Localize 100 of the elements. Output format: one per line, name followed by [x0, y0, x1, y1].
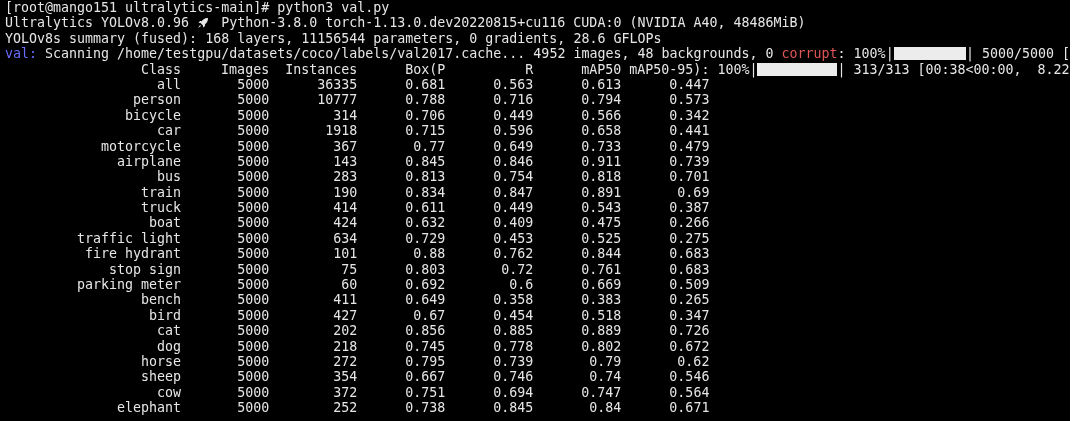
table-cell-text: 0.409 — [492, 215, 534, 231]
table-cell-text: 0.706 — [404, 107, 446, 124]
table-cell-text: train — [140, 184, 182, 201]
table-cell-text: 0.856 — [404, 323, 446, 339]
table-cell-text: 0.844 — [580, 246, 622, 262]
table-cell-text: 1918 — [324, 123, 358, 139]
table-cell-text: 0.738 — [404, 400, 446, 416]
table-cell-text: 0.681 — [404, 76, 446, 93]
environment-text: Python-3.8.0 torch-1.13.0.dev20220815+cu116 CUDA:0 (NVIDIA A40, 48486MiB) — [221, 15, 806, 31]
table-cell-text: 5000 — [236, 323, 270, 339]
table-cell-text: stop sign — [108, 261, 182, 278]
table-cell-text: 0.847 — [492, 184, 534, 201]
table-cell-text: 634 — [332, 230, 358, 247]
table-cell-text: 0.449 — [492, 107, 534, 124]
column-header: Images — [220, 61, 270, 77]
table-cell-text: 5000 — [236, 107, 270, 124]
table-cell-text: 5000 — [236, 277, 270, 293]
table-cell-text: 60 — [340, 277, 358, 293]
table-cell-text: 0.911 — [580, 153, 622, 170]
table-cell-text: 0.77 — [412, 138, 446, 154]
log-tag: val: — [5, 46, 38, 62]
table-cell-text: 0.67 — [412, 307, 446, 324]
table-cell-text: 0.475 — [580, 215, 622, 231]
table-cell-text: bicycle — [124, 107, 182, 124]
table-cell-text: 0.649 — [404, 292, 446, 308]
table-cell-text: 0.762 — [492, 246, 534, 262]
version-text: Ultralytics YOLOv8.0.96 — [5, 15, 190, 31]
table-cell-text: 0.62 — [676, 354, 710, 370]
table-cell-text: 0.88 — [412, 246, 446, 262]
table-cell-text: parking meter — [76, 277, 182, 293]
table-cell-text: boat — [148, 215, 182, 231]
table-cell-text: 0.701 — [668, 169, 710, 185]
table-cell-text: 367 — [332, 138, 358, 154]
table-cell-text: 5000 — [236, 230, 270, 247]
table-cell-text: car — [156, 123, 182, 139]
table-cell-text: 0.845 — [492, 400, 534, 416]
table-cell-text: 0.788 — [404, 92, 446, 108]
table-cell-text: 5000 — [236, 307, 270, 324]
table-cell-text: person — [132, 92, 182, 108]
table-cell-text: 0.694 — [492, 384, 534, 401]
table-cell-text: 283 — [332, 169, 358, 185]
table-cell-text: all — [156, 76, 182, 93]
table-cell-text: 5000 — [236, 153, 270, 170]
table-cell-text: 272 — [332, 354, 358, 370]
table-cell-text: 414 — [332, 200, 358, 216]
model-summary: YOLOv8s summary (fused): 168 layers, 11156544 parameters, 0 gradients, 28.6 GFLOPs — [5, 30, 662, 47]
table-cell-text: 0.566 — [580, 107, 622, 124]
table-cell-text: 0.747 — [580, 384, 622, 401]
table-cell-text: 0.453 — [492, 230, 534, 247]
table-cell-text: 0.761 — [580, 261, 622, 278]
table-cell-text: 5000 — [236, 338, 270, 354]
table-cell-text: 0.564 — [668, 384, 710, 401]
table-cell-text: 0.794 — [580, 92, 622, 108]
table-cell-text: 0.834 — [404, 184, 446, 201]
table-cell-text: 5000 — [236, 369, 270, 385]
scan-text: Scanning /home/testgpu/datasets/coco/labels/val2017.cache... 4952 images, 48 backgrounds, 0 — [44, 46, 775, 62]
table-cell-text: 0.716 — [492, 92, 534, 108]
table-cell-text: 0.683 — [668, 246, 710, 262]
column-header: Box(P — [404, 61, 446, 77]
table-cell-text: 5000 — [236, 215, 270, 231]
table-cell-text: 0.715 — [404, 123, 446, 139]
table-cell-text: 0.74 — [588, 369, 622, 385]
table-cell-text: 5000 — [236, 169, 270, 185]
table-cell-text: 0.845 — [404, 153, 446, 170]
table-cell-text: 0.818 — [580, 169, 622, 185]
table-cell-text: sheep — [140, 369, 182, 385]
table-cell-text: 190 — [332, 184, 358, 201]
table-cell-text: 0.672 — [668, 338, 710, 354]
table-cell-text: 0.546 — [668, 369, 710, 385]
table-cell-text: 314 — [332, 107, 358, 124]
table-cell-text: 0.746 — [492, 369, 534, 385]
table-cell-text: 0.683 — [668, 261, 710, 278]
table-cell-text: 0.573 — [668, 92, 710, 108]
table-cell-text: 0.729 — [404, 230, 446, 247]
table-cell-text: 5000 — [237, 76, 270, 93]
table-cell-text: bench — [140, 292, 182, 308]
table-cell-text: 0.802 — [580, 338, 622, 354]
rocket-icon — [197, 17, 210, 30]
table-cell-text: 0.72 — [500, 261, 534, 278]
column-header: mAP50-95): — [628, 61, 710, 77]
table-cell-text: 36335 — [316, 76, 358, 93]
table-cell-text: 75 — [340, 261, 358, 278]
table-cell-text: 5000 — [236, 384, 270, 401]
table-cell-text: 5000 — [236, 92, 270, 108]
table-cell-text: cow — [156, 384, 182, 401]
table-cell-text: 0.733 — [580, 138, 622, 154]
table-cell-text: 0.813 — [404, 169, 446, 185]
table-cell-text: horse — [140, 354, 182, 370]
table-cell-text: 372 — [332, 384, 358, 401]
table-cell-text: 101 — [332, 246, 358, 262]
table-cell-text: 0.751 — [404, 384, 446, 401]
table-cell-text: 0.275 — [668, 230, 710, 247]
table-cell-text: 10777 — [316, 92, 358, 108]
table-cell-text: 0.383 — [580, 292, 622, 308]
table-cell-text: 0.803 — [404, 261, 446, 278]
table-cell-text: 0.671 — [668, 400, 710, 416]
table-cell-text: 0.6 — [508, 277, 534, 293]
percent-text: : 100%| — [837, 46, 894, 62]
table-cell-text: 5000 — [236, 400, 270, 416]
table-cell-text: 0.889 — [580, 323, 622, 339]
